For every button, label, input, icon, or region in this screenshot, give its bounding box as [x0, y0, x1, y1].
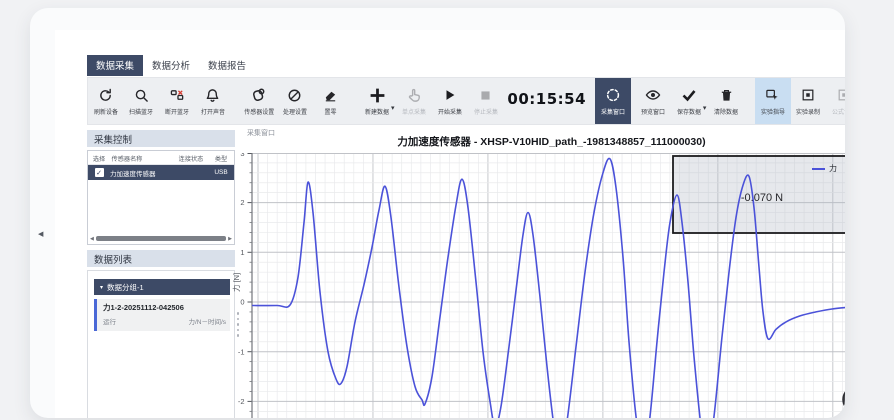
- assistant-avatar[interactable]: [842, 386, 845, 413]
- svg-text:-1: -1: [238, 347, 245, 356]
- collect-control-header: 采集控制: [87, 130, 235, 147]
- collect-window-button[interactable]: 采集窗口: [595, 78, 631, 124]
- eye-icon: [645, 87, 661, 104]
- plus-icon: [369, 87, 386, 104]
- main-tabs: 数据采集 数据分析 数据报告: [87, 55, 255, 76]
- hscroll-thumb[interactable]: [96, 236, 226, 241]
- check-icon: [681, 87, 697, 104]
- toolbar: 刷新设备 扫描蓝牙 断开蓝牙 打开声音 传感器设置: [87, 77, 845, 125]
- content-area: 数据采集 数据分析 数据报告 刷新设备 扫描蓝牙 断开蓝牙: [55, 30, 845, 418]
- svg-text:-0.070 N: -0.070 N: [741, 192, 783, 204]
- tab-data-report[interactable]: 数据报告: [199, 55, 255, 76]
- single-point-collect-button[interactable]: 单点采集: [397, 78, 433, 124]
- app-window: ◀ 数据采集 数据分析 数据报告 刷新设备 扫描蓝牙: [0, 0, 894, 420]
- sensor-table-header: 选择 传感器名称 连接状态 类型: [88, 151, 234, 165]
- data-list-item[interactable]: 力1-2-20251112-042506 运行 力/N－时间/s: [94, 299, 230, 331]
- collapse-panel-icon[interactable]: ◀: [38, 230, 43, 238]
- chart-plot-area[interactable]: 3 2 1 0 -1 -2 -0.070 N 力: [230, 153, 845, 418]
- play-icon: [443, 87, 457, 104]
- chart-title: 力加速度传感器 - XHSP-V10HID_path_-1981348857_1…: [252, 134, 845, 149]
- sensor-row[interactable]: ✓ 力加速度传感器 USB: [88, 165, 234, 180]
- formula-calc-button[interactable]: 公式计算: [826, 78, 845, 124]
- hand-point-icon: [407, 87, 422, 104]
- sensor-table-hscrollbar[interactable]: ◀ ▶: [90, 235, 232, 242]
- guide-cursor-icon: [765, 87, 780, 104]
- sensor-settings-icon: [251, 87, 267, 104]
- sound-button[interactable]: 打开声音: [195, 78, 231, 124]
- process-settings-icon: [287, 87, 302, 104]
- stop-icon: [479, 87, 492, 104]
- bell-icon: [205, 87, 220, 104]
- svg-text:-2: -2: [238, 397, 245, 406]
- data-item-title: 力1-2-20251112-042506: [103, 302, 226, 313]
- main-window-card: ◀ 数据采集 数据分析 数据报告 刷新设备 扫描蓝牙: [30, 8, 845, 418]
- legend-line-icon: [812, 168, 825, 170]
- trash-icon: [719, 87, 734, 104]
- svg-text:3: 3: [240, 153, 244, 158]
- data-list: ▾ 数据分组-1 力1-2-20251112-042506 运行 力/N－时间/…: [87, 270, 235, 418]
- experiment-guide-button[interactable]: 实验指导: [755, 78, 791, 124]
- data-list-header: 数据列表: [87, 250, 235, 267]
- new-data-button[interactable]: 新建数据: [359, 78, 395, 124]
- chart-legend: 力: [812, 163, 837, 174]
- data-item-axes: 力/N－时间/s: [188, 316, 226, 326]
- start-collect-button[interactable]: 开始采集: [432, 78, 468, 124]
- group-caret-icon: ▾: [100, 284, 103, 291]
- tab-data-collect[interactable]: 数据采集: [87, 55, 143, 76]
- sensor-type: USB: [210, 169, 232, 176]
- eraser-icon: [323, 87, 338, 104]
- experiment-record-button[interactable]: 实验录制: [791, 78, 827, 124]
- record-frame-icon: [801, 87, 815, 104]
- group-label: 数据分组-1: [107, 282, 144, 293]
- chart-canvas[interactable]: 3 2 1 0 -1 -2 -0.070 N: [230, 153, 845, 418]
- stop-collect-button[interactable]: 停止采集: [468, 78, 504, 124]
- collect-timer: 00:15:54: [507, 90, 586, 108]
- scan-bluetooth-icon: [134, 87, 149, 104]
- dashed-circle-icon: [605, 87, 621, 104]
- disconnect-bluetooth-icon: [170, 87, 185, 104]
- formula-frame-icon: [837, 87, 845, 104]
- sensor-name: 力加速度传感器: [110, 168, 172, 178]
- scan-bluetooth-button[interactable]: 扫描蓝牙: [124, 78, 160, 124]
- svg-text:2: 2: [240, 198, 244, 207]
- sensor-checkbox[interactable]: ✓: [95, 168, 104, 177]
- save-data-button[interactable]: 保存数据: [671, 78, 707, 124]
- refresh-icon: [98, 87, 113, 104]
- sensor-settings-button[interactable]: 传感器设置: [242, 78, 278, 124]
- clear-data-button[interactable]: 清除数据: [708, 78, 744, 124]
- svg-text:1: 1: [240, 248, 244, 257]
- tab-data-analysis[interactable]: 数据分析: [143, 55, 199, 76]
- refresh-device-button[interactable]: 刷新设备: [88, 78, 124, 124]
- process-settings-button[interactable]: 处理设置: [277, 78, 313, 124]
- svg-text:0: 0: [240, 298, 244, 307]
- preview-window-button[interactable]: 预览窗口: [636, 78, 672, 124]
- data-item-status: 运行: [103, 316, 116, 326]
- sensor-table: 选择 传感器名称 连接状态 类型 ✓ 力加速度传感器 USB ◀ ▶: [87, 150, 235, 245]
- set-zero-button[interactable]: 置零: [313, 78, 349, 124]
- data-group-header[interactable]: ▾ 数据分组-1: [94, 279, 230, 295]
- legend-label: 力: [829, 163, 837, 174]
- disconnect-bluetooth-button[interactable]: 断开蓝牙: [159, 78, 195, 124]
